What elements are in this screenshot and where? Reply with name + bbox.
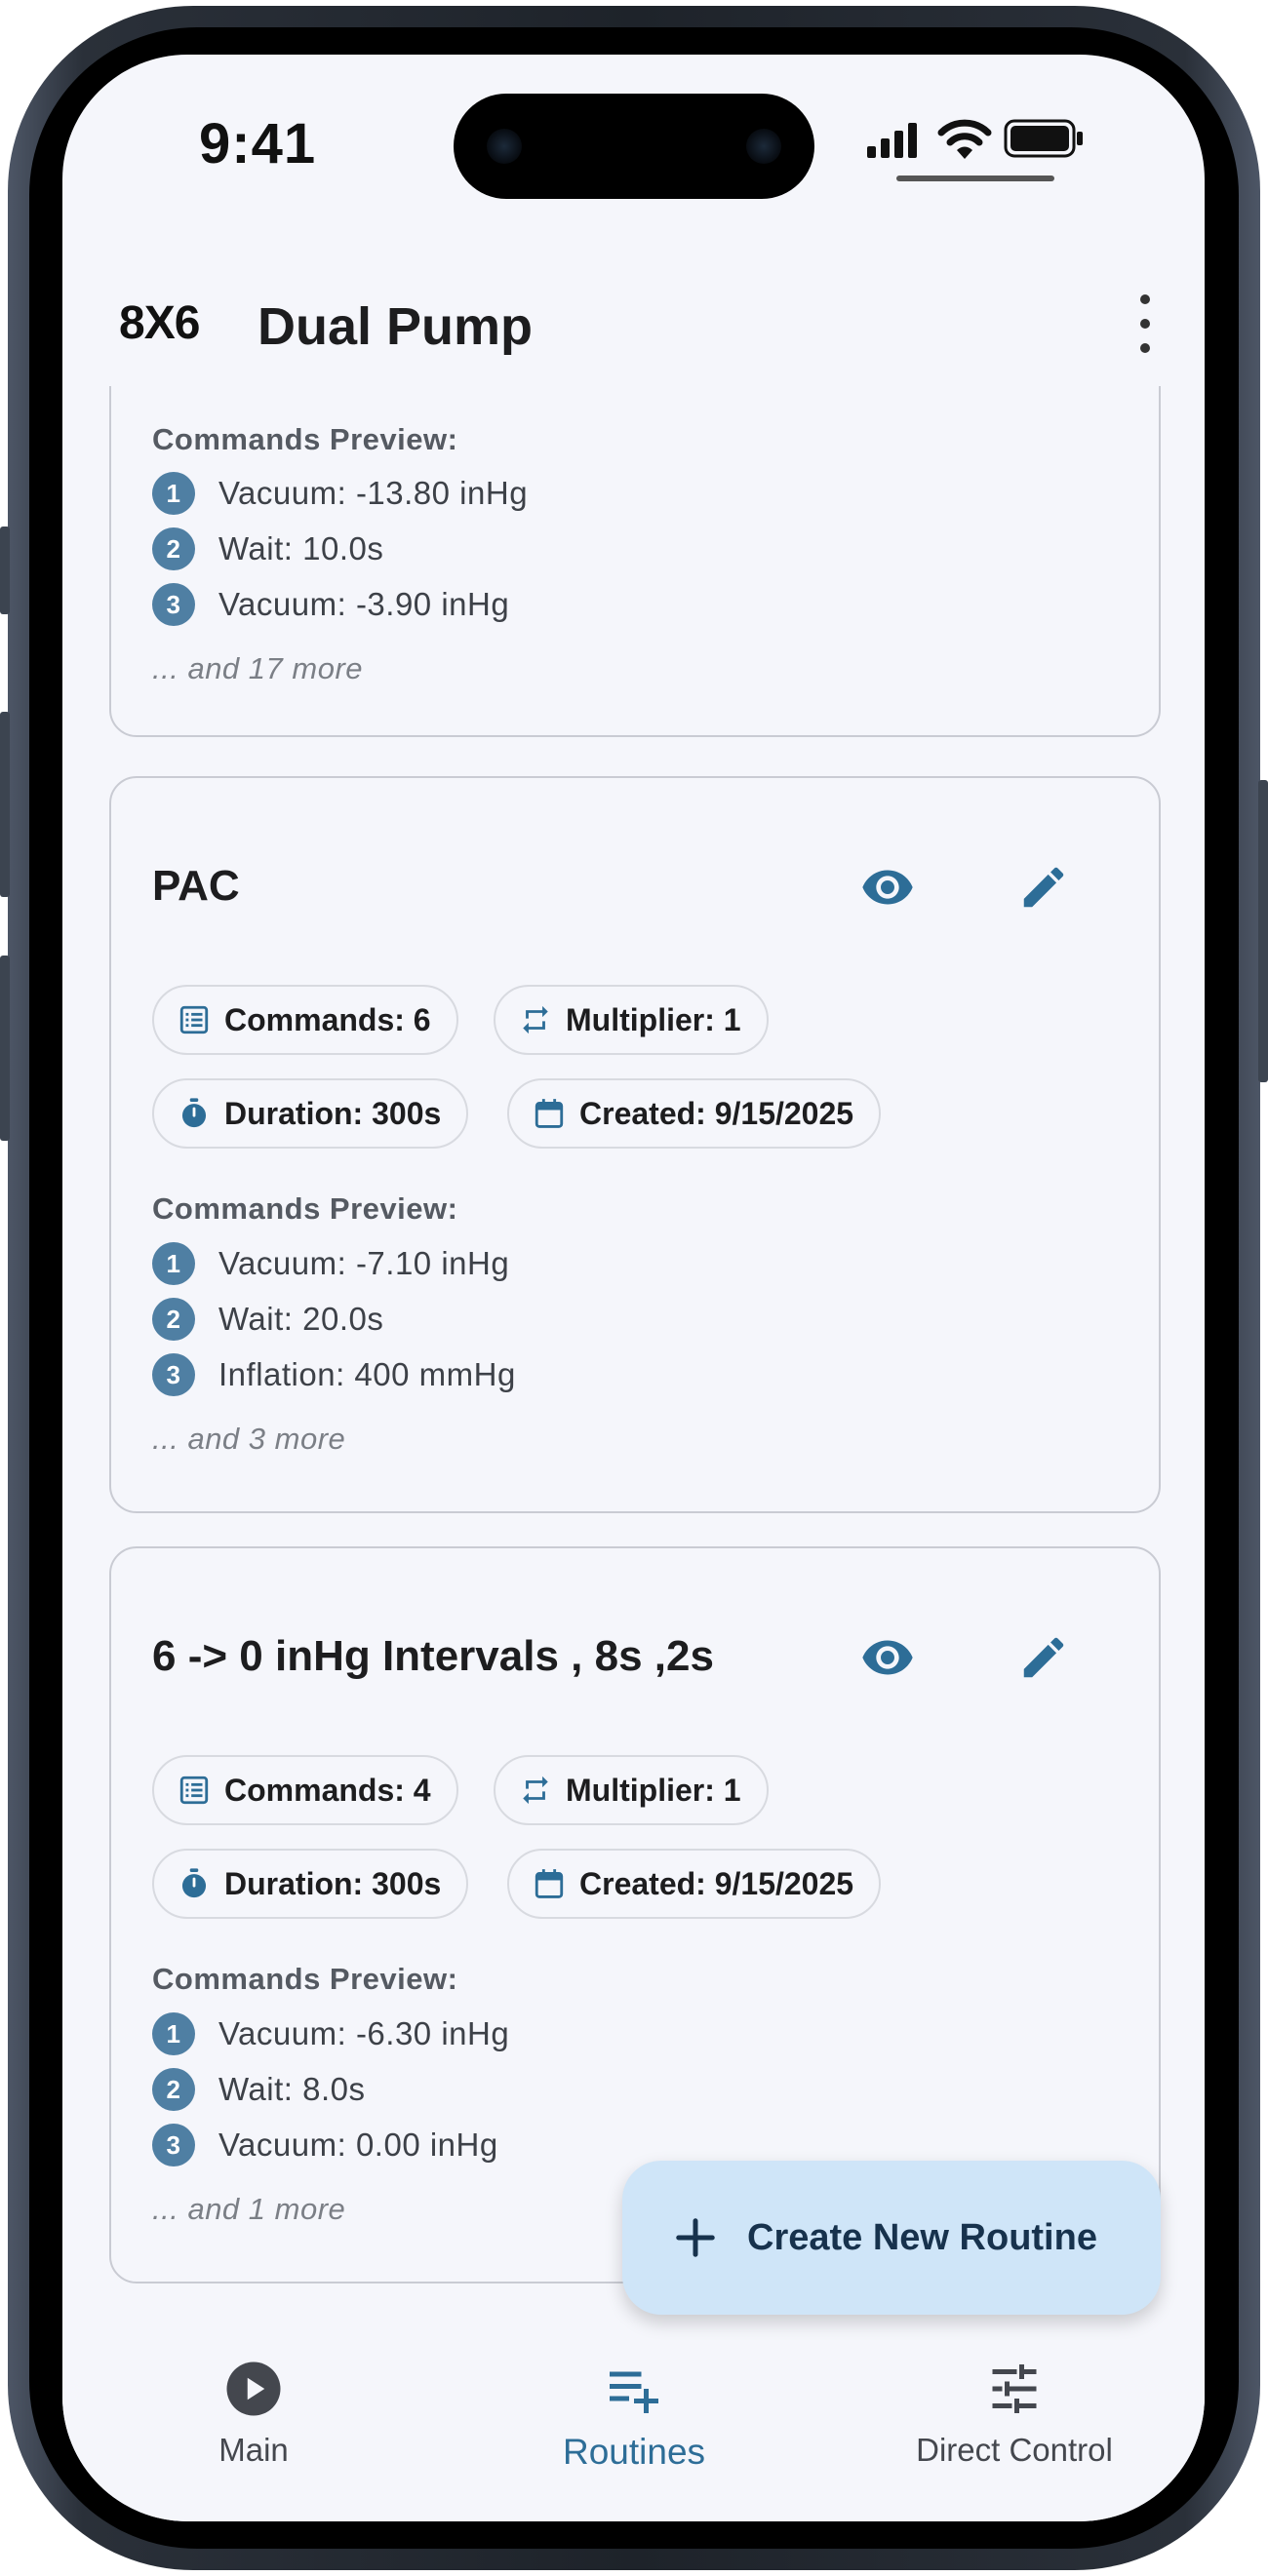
status-icons [867, 117, 1169, 164]
repeat-icon [523, 1005, 548, 1034]
routine-list: Commands Preview: 1 Vacuum: -13.80 inHg 2… [62, 386, 1205, 2336]
step-number-badge: 1 [152, 2012, 195, 2055]
command-item: 3 Vacuum: 0.00 inHg [152, 2124, 498, 2166]
camera-lens [487, 129, 522, 164]
more-commands-text: ... and 17 more [152, 651, 364, 685]
routine-title: 6 -> 0 inHg Intervals , 8s ,2s [152, 1632, 714, 1680]
command-item: 2 Wait: 20.0s [152, 1298, 383, 1341]
created-date-chip: Created: 9/15/2025 [507, 1849, 882, 1919]
more-commands-text: ... and 1 more [152, 2192, 346, 2226]
camera-lens [746, 129, 781, 164]
edit-routine-button[interactable] [1005, 848, 1083, 926]
status-underline [896, 176, 1054, 181]
list-icon [179, 1776, 209, 1805]
nav-item-direct-control[interactable]: Direct Control [868, 2360, 1161, 2469]
routine-card[interactable]: PAC Commands: 6 Multiplier: 1 Duration: … [109, 776, 1161, 1513]
nav-label-main: Main [218, 2432, 289, 2468]
view-routine-button[interactable] [849, 1619, 927, 1697]
commands-preview-label: Commands Preview: [152, 1191, 458, 1226]
signal-icon [867, 123, 917, 158]
wifi-icon [937, 119, 992, 159]
step-number-badge: 3 [152, 2124, 195, 2166]
nav-item-routines[interactable]: Routines [488, 2360, 780, 2473]
edit-routine-button[interactable] [1005, 1619, 1083, 1697]
nav-label-routines: Routines [562, 2432, 706, 2472]
calendar-icon [535, 1869, 564, 1898]
dynamic-island [454, 94, 814, 199]
bottom-navigation: Main Routines Direct Control [62, 2336, 1205, 2521]
list-icon [179, 1005, 209, 1034]
commands-preview-label: Commands Preview: [152, 422, 458, 456]
play-circle-icon [226, 2361, 281, 2416]
volume-up-button [0, 712, 10, 897]
eye-icon [862, 870, 913, 905]
status-time: 9:41 [199, 112, 317, 176]
routine-title: PAC [152, 862, 240, 910]
command-item: 2 Wait: 10.0s [152, 527, 383, 570]
command-item: 1 Vacuum: -6.30 inHg [152, 2012, 509, 2055]
more-options-icon[interactable] [1126, 289, 1165, 359]
duration-chip: Duration: 300s [152, 1078, 469, 1149]
playlist-add-icon [610, 2371, 658, 2413]
created-date-chip: Created: 9/15/2025 [507, 1078, 882, 1149]
multiplier-chip: Multiplier: 1 [494, 985, 769, 1055]
commands-preview-label: Commands Preview: [152, 1962, 458, 1996]
battery-icon [1004, 119, 1083, 158]
fab-label: Create New Routine [747, 2216, 1097, 2258]
command-item: 1 Vacuum: -13.80 inHg [152, 472, 528, 515]
command-item: 3 Inflation: 400 mmHg [152, 1353, 516, 1396]
routine-card[interactable]: Commands Preview: 1 Vacuum: -13.80 inHg 2… [109, 386, 1161, 737]
plus-icon [676, 2218, 715, 2257]
duration-chip: Duration: 300s [152, 1849, 469, 1919]
pencil-icon [1023, 1637, 1064, 1678]
commands-count-chip: Commands: 4 [152, 1755, 458, 1825]
timer-icon [181, 1868, 207, 1898]
command-item: 3 Vacuum: -3.90 inHg [152, 583, 509, 626]
repeat-icon [523, 1776, 548, 1805]
nav-item-main[interactable]: Main [107, 2360, 400, 2469]
step-number-badge: 2 [152, 527, 195, 570]
command-item: 1 Vacuum: -7.10 inHg [152, 1242, 509, 1285]
app-bar: 8X6 Dual Pump [62, 250, 1205, 386]
timer-icon [181, 1098, 207, 1128]
screen: 9:41 8X6 Dual Pump Commands Preview: 1 V… [62, 55, 1205, 2521]
app-logo: 8X6 [119, 297, 200, 349]
action-button [0, 527, 10, 614]
step-number-badge: 3 [152, 1353, 195, 1396]
step-number-badge: 3 [152, 583, 195, 626]
step-number-badge: 1 [152, 1242, 195, 1285]
app-title: Dual Pump [258, 297, 534, 356]
power-button [1258, 780, 1268, 1082]
sliders-icon [992, 2364, 1037, 2413]
pencil-icon [1023, 867, 1064, 908]
view-routine-button[interactable] [849, 848, 927, 926]
status-bar: 9:41 [62, 55, 1205, 250]
command-item: 2 Wait: 8.0s [152, 2068, 366, 2111]
commands-count-chip: Commands: 6 [152, 985, 458, 1055]
volume-down-button [0, 956, 10, 1141]
eye-icon [862, 1640, 913, 1675]
create-new-routine-button[interactable]: Create New Routine [622, 2161, 1161, 2315]
nav-label-direct-control: Direct Control [916, 2432, 1113, 2468]
step-number-badge: 2 [152, 1298, 195, 1341]
step-number-badge: 2 [152, 2068, 195, 2111]
more-commands-text: ... and 3 more [152, 1422, 346, 1456]
calendar-icon [535, 1099, 564, 1128]
multiplier-chip: Multiplier: 1 [494, 1755, 769, 1825]
step-number-badge: 1 [152, 472, 195, 515]
